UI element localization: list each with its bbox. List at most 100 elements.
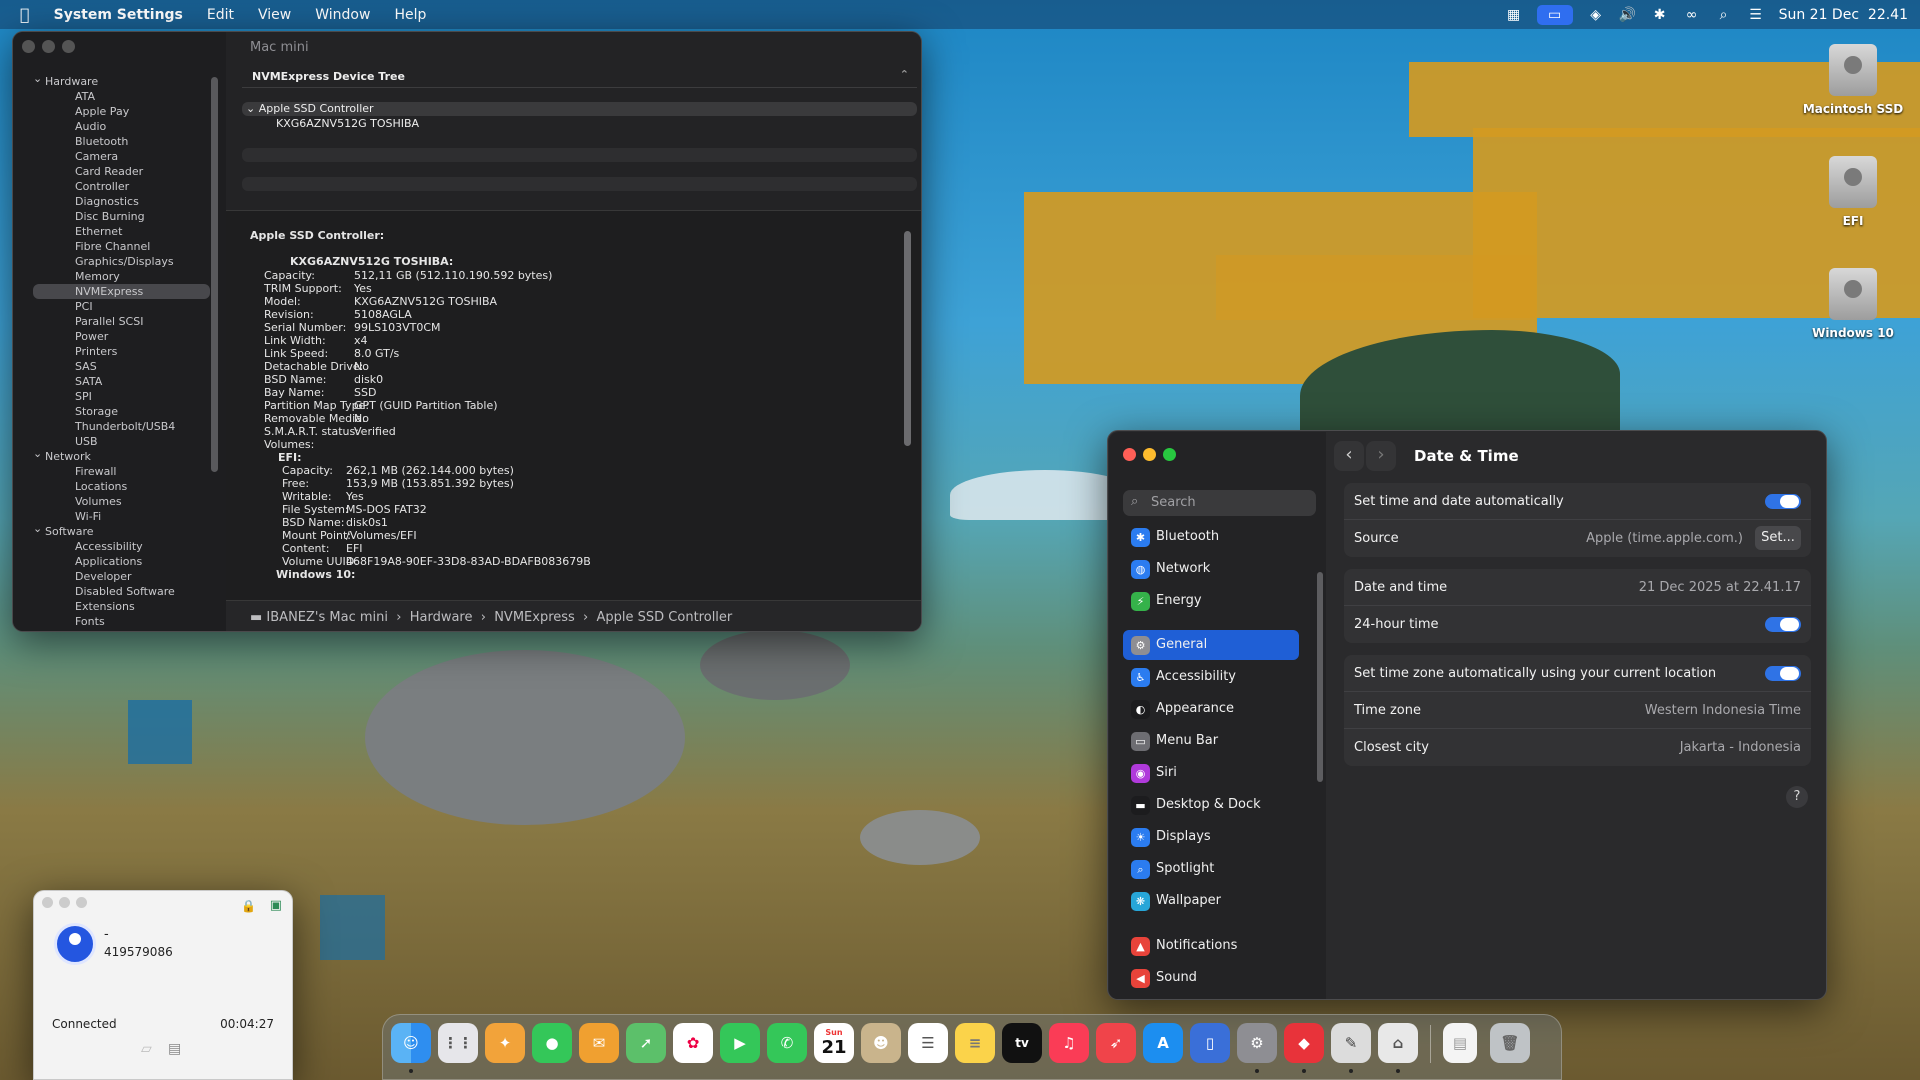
tree-row-device[interactable]: KXG6AZNV512G TOSHIBA <box>242 117 917 131</box>
sidebar-item-bluetooth[interactable]: Bluetooth <box>33 134 218 149</box>
sidebar-item-firewall[interactable]: Firewall <box>33 464 218 479</box>
activity-icon[interactable]: ▦ <box>1505 7 1523 23</box>
rocket-typist-icon[interactable]: ➶ <box>1096 1023 1136 1063</box>
anydesk-icon[interactable]: ◆ <box>1284 1023 1324 1063</box>
sidebar-item-disabled-software[interactable]: Disabled Software <box>33 584 218 599</box>
sidebar-item-controller[interactable]: Controller <box>33 179 218 194</box>
tree-row-controller[interactable]: ⌄ Apple SSD Controller <box>242 102 917 116</box>
screen-share-icon[interactable]: ▭ <box>1536 4 1573 25</box>
sidebar-item-siri[interactable]: ◉ Siri <box>1123 758 1299 788</box>
phone-icon[interactable]: ✆ <box>767 1023 807 1063</box>
sidebar-item-sound[interactable]: ◀ Sound <box>1123 963 1299 993</box>
spotlight-icon[interactable]: ⌕ <box>1715 7 1733 23</box>
music-icon[interactable]: ♫ <box>1049 1023 1089 1063</box>
minimize-button[interactable] <box>42 40 55 53</box>
message-icon[interactable]: ▤ <box>168 1041 181 1057</box>
close-button[interactable] <box>22 40 35 53</box>
menu-view[interactable]: View <box>246 7 303 23</box>
apple-menu-icon[interactable]:  <box>0 5 42 24</box>
ipad-icon[interactable]: ▯ <box>1190 1023 1230 1063</box>
zoom-button[interactable] <box>76 897 87 908</box>
help-button[interactable]: ? <box>1786 786 1808 808</box>
zoom-button[interactable] <box>62 40 75 53</box>
sidebar-item-camera[interactable]: Camera <box>33 149 218 164</box>
sidebar-item-appearance[interactable]: ◐ Appearance <box>1123 694 1299 724</box>
sidebar-item-notifications[interactable]: ▲ Notifications <box>1123 931 1299 961</box>
messages-icon[interactable]: ● <box>532 1023 572 1063</box>
sidebar-item-usb[interactable]: USB <box>33 434 218 449</box>
sidebar-item-card-reader[interactable]: Card Reader <box>33 164 218 179</box>
launchpad-icon[interactable]: ⋮⋮ <box>438 1023 478 1063</box>
sidebar-item-nvmexpress[interactable]: NVMExpress <box>33 284 210 299</box>
photos-icon[interactable]: ✿ <box>673 1023 713 1063</box>
sidebar-item-fonts[interactable]: Fonts <box>33 614 218 629</box>
chat-icon[interactable]: ▣ <box>270 898 282 913</box>
sidebar-item-ethernet[interactable]: Ethernet <box>33 224 218 239</box>
sidebar-item-thunderbolt-usb4[interactable]: Thunderbolt/USB4 <box>33 419 218 434</box>
set-button[interactable]: Set... <box>1755 526 1801 550</box>
back-button[interactable]: ‹ <box>1334 441 1364 471</box>
sidebar-item-volumes[interactable]: Volumes <box>33 494 218 509</box>
maps-icon[interactable]: ➚ <box>626 1023 666 1063</box>
auto-timezone-toggle[interactable] <box>1765 666 1801 681</box>
teamviewer-icon[interactable]: ◈ <box>1587 7 1605 23</box>
sidebar-item-extensions[interactable]: Extensions <box>33 599 218 614</box>
sidebar-scrollbar[interactable] <box>211 77 218 472</box>
sidebar-item-apple-pay[interactable]: Apple Pay <box>33 104 218 119</box>
sidebar-item-ata[interactable]: ATA <box>33 89 218 104</box>
system-settings-icon[interactable]: ⚙ <box>1237 1023 1277 1063</box>
system-information-icon[interactable]: ✎ <box>1331 1023 1371 1063</box>
sidebar-item-storage[interactable]: Storage <box>33 404 218 419</box>
auto-time-toggle[interactable] <box>1765 494 1801 509</box>
document-icon[interactable]: ▤ <box>1443 1023 1477 1063</box>
sidebar-item-accessibility[interactable]: Accessibility <box>33 539 218 554</box>
sidebar-item-energy[interactable]: ⚡ Energy <box>1123 586 1299 616</box>
volume-icon[interactable]: 🔊 <box>1619 7 1637 23</box>
sidebar-item-spi[interactable]: SPI <box>33 389 218 404</box>
sidebar-item-menu-bar[interactable]: ▭ Menu Bar <box>1123 726 1299 756</box>
device-tree-header[interactable]: NVMExpress Device Tree ⌃ <box>242 64 917 88</box>
24-hour-toggle[interactable] <box>1765 617 1801 632</box>
sidebar-item-pci[interactable]: PCI <box>33 299 218 314</box>
collapse-icon[interactable]: ⌃ <box>900 68 909 81</box>
forward-button[interactable]: › <box>1366 441 1396 471</box>
calendar-icon[interactable]: Sun 21 <box>814 1023 854 1063</box>
close-button[interactable] <box>42 897 53 908</box>
search-input[interactable]: ⌕ Search <box>1123 490 1316 516</box>
sidebar-item-applications[interactable]: Applications <box>33 554 218 569</box>
link-icon[interactable]: ∞ <box>1683 7 1701 23</box>
sidebar-category-network[interactable]: Network <box>33 446 218 464</box>
sidebar-item-disc-burning[interactable]: Disc Burning <box>33 209 218 224</box>
control-center-icon[interactable]: ☰ <box>1747 7 1765 23</box>
contacts-icon[interactable]: ☻ <box>861 1023 901 1063</box>
sidebar-item-printers[interactable]: Printers <box>33 344 218 359</box>
sidebar-item-spotlight[interactable]: ⌕ Spotlight <box>1123 854 1299 884</box>
desktop-icon-windows[interactable]: Windows 10 <box>1793 268 1913 340</box>
sidebar-category-hardware[interactable]: Hardware <box>33 71 218 89</box>
sidebar-item-power[interactable]: Power <box>33 329 218 344</box>
sidebar-item-accessibility[interactable]: ♿ Accessibility <box>1123 662 1299 692</box>
trash-icon[interactable]: 🗑 <box>1490 1023 1530 1063</box>
sidebar-scrollbar[interactable] <box>1317 572 1323 782</box>
mail-icon[interactable]: ✉ <box>579 1023 619 1063</box>
sidebar-item-graphics-displays[interactable]: Graphics/Displays <box>33 254 218 269</box>
file-transfer-icon[interactable]: ▱ <box>141 1041 152 1057</box>
sidebar-item-locations[interactable]: Locations <box>33 479 218 494</box>
minimize-button[interactable] <box>59 897 70 908</box>
app-store-icon[interactable]: A <box>1143 1023 1183 1063</box>
sidebar-item-sata[interactable]: SATA <box>33 374 218 389</box>
facetime-icon[interactable]: ▶ <box>720 1023 760 1063</box>
menu-help[interactable]: Help <box>382 7 438 23</box>
notes-icon[interactable]: ≡ <box>955 1023 995 1063</box>
sidebar-item-network[interactable]: ◍ Network <box>1123 554 1299 584</box>
menu-edit[interactable]: Edit <box>195 7 246 23</box>
menu-app-name[interactable]: System Settings <box>42 7 195 23</box>
sidebar-item-desktop-dock[interactable]: ▬ Desktop & Dock <box>1123 790 1299 820</box>
sidebar-category-software[interactable]: Software <box>33 521 218 539</box>
sidebar-item-audio[interactable]: Audio <box>33 119 218 134</box>
desktop-icon-efi[interactable]: EFI <box>1793 156 1913 228</box>
utility-icon[interactable]: ⌂ <box>1378 1023 1418 1063</box>
menu-window[interactable]: Window <box>303 7 382 23</box>
sidebar-item-memory[interactable]: Memory <box>33 269 218 284</box>
sidebar-item-fibre-channel[interactable]: Fibre Channel <box>33 239 218 254</box>
